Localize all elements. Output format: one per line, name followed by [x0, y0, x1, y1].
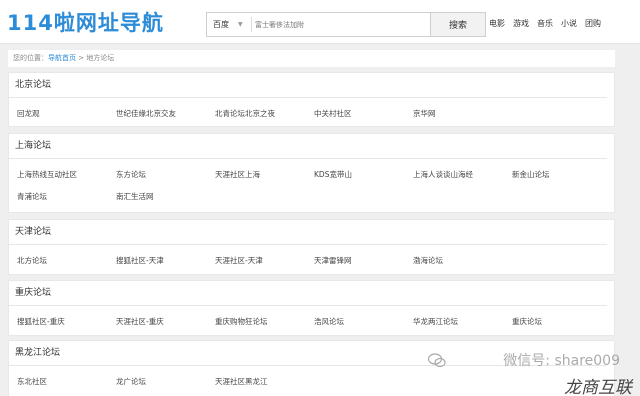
forum-link[interactable]: 天涯社区黑龙江 [215, 376, 268, 387]
watermark-brand: 龙商互联 [564, 378, 632, 396]
forum-link[interactable]: KDS宽带山 [314, 169, 352, 180]
top-nav: 电影 游戏 音乐 小说 团购 [489, 18, 601, 29]
chevron-down-icon[interactable]: ▼ [238, 13, 248, 36]
forum-link[interactable]: 京华网 [413, 108, 436, 119]
forum-link[interactable]: 东方论坛 [116, 169, 146, 180]
nav-link-movies[interactable]: 电影 [489, 18, 505, 29]
breadcrumb-separator: > [78, 54, 85, 62]
forum-link[interactable]: 重庆论坛 [512, 316, 542, 327]
forum-link[interactable]: 北青论坛北京之夜 [215, 108, 275, 119]
section-shanghai: 上海论坛 上海热线互动社区 东方论坛 天涯社区上海 KDS宽带山 上海人谈谈山海… [8, 133, 615, 213]
nav-link-games[interactable]: 游戏 [513, 18, 529, 29]
forum-link[interactable]: 南汇生活网 [116, 191, 154, 202]
nav-link-groupbuy[interactable]: 团购 [585, 18, 601, 29]
section-tianjin: 天津论坛 北方论坛 搜狐社区-天津 天涯社区-天津 天津雷锋网 渤海论坛 [8, 219, 615, 275]
search-input[interactable] [255, 15, 430, 34]
forum-link[interactable]: 华龙两江论坛 [413, 316, 458, 327]
section-title: 北京论坛 [9, 73, 607, 98]
section-title: 上海论坛 [9, 134, 607, 159]
forum-link[interactable]: 龙广论坛 [116, 376, 146, 387]
forum-link[interactable]: 重庆购物狂论坛 [215, 316, 268, 327]
forum-link[interactable]: 天涯社区-天津 [215, 255, 263, 266]
breadcrumb-prefix: 您的位置： [13, 54, 48, 62]
section-chongqing: 重庆论坛 搜狐社区-重庆 天涯社区-重庆 重庆购物狂论坛 浩风论坛 华龙两江论坛… [8, 280, 615, 336]
forum-link[interactable]: 上海人谈谈山海经 [413, 169, 473, 180]
forum-link[interactable]: 上海热线互动社区 [17, 169, 77, 180]
forum-link[interactable]: 天涯社区上海 [215, 169, 260, 180]
forum-link[interactable]: 天津雷锋网 [314, 255, 352, 266]
forum-link[interactable]: 北方论坛 [17, 255, 47, 266]
divider [251, 17, 252, 32]
nav-link-music[interactable]: 音乐 [537, 18, 553, 29]
section-title: 天津论坛 [9, 220, 607, 245]
breadcrumb: 您的位置：导航首页 > 地方论坛 [8, 50, 615, 67]
forum-link[interactable]: 搜狐社区-重庆 [17, 316, 65, 327]
section-title: 重庆论坛 [9, 281, 607, 306]
site-logo[interactable]: 114啦网址导航 [7, 7, 164, 37]
forum-link[interactable]: 新金山论坛 [512, 169, 550, 180]
forum-link[interactable]: 浩风论坛 [314, 316, 344, 327]
forum-link[interactable]: 东北社区 [17, 376, 47, 387]
forum-link[interactable]: 世纪佳缘北京交友 [116, 108, 176, 119]
section-beijing: 北京论坛 回龙观 世纪佳缘北京交友 北青论坛北京之夜 中关村社区 京华网 [8, 72, 615, 127]
search-bar: 百度 ▼ 搜索 [206, 12, 486, 37]
header: 114啦网址导航 百度 ▼ 搜索 电影 游戏 音乐 小说 团购 [0, 0, 640, 44]
breadcrumb-current: 地方论坛 [86, 54, 115, 62]
forum-link[interactable]: 搜狐社区-天津 [116, 255, 164, 266]
nav-link-novels[interactable]: 小说 [561, 18, 577, 29]
forum-link[interactable]: 回龙观 [17, 108, 40, 119]
forum-link[interactable]: 天涯社区-重庆 [116, 316, 164, 327]
forum-link[interactable]: 渤海论坛 [413, 255, 443, 266]
breadcrumb-home-link[interactable]: 导航首页 [48, 54, 76, 62]
forum-link[interactable]: 中关村社区 [314, 108, 352, 119]
forum-link[interactable]: 青浦论坛 [17, 191, 47, 202]
wechat-icon [428, 353, 446, 368]
watermark-wechat: 微信号: share009 [503, 353, 620, 369]
search-button[interactable]: 搜索 [430, 13, 485, 36]
